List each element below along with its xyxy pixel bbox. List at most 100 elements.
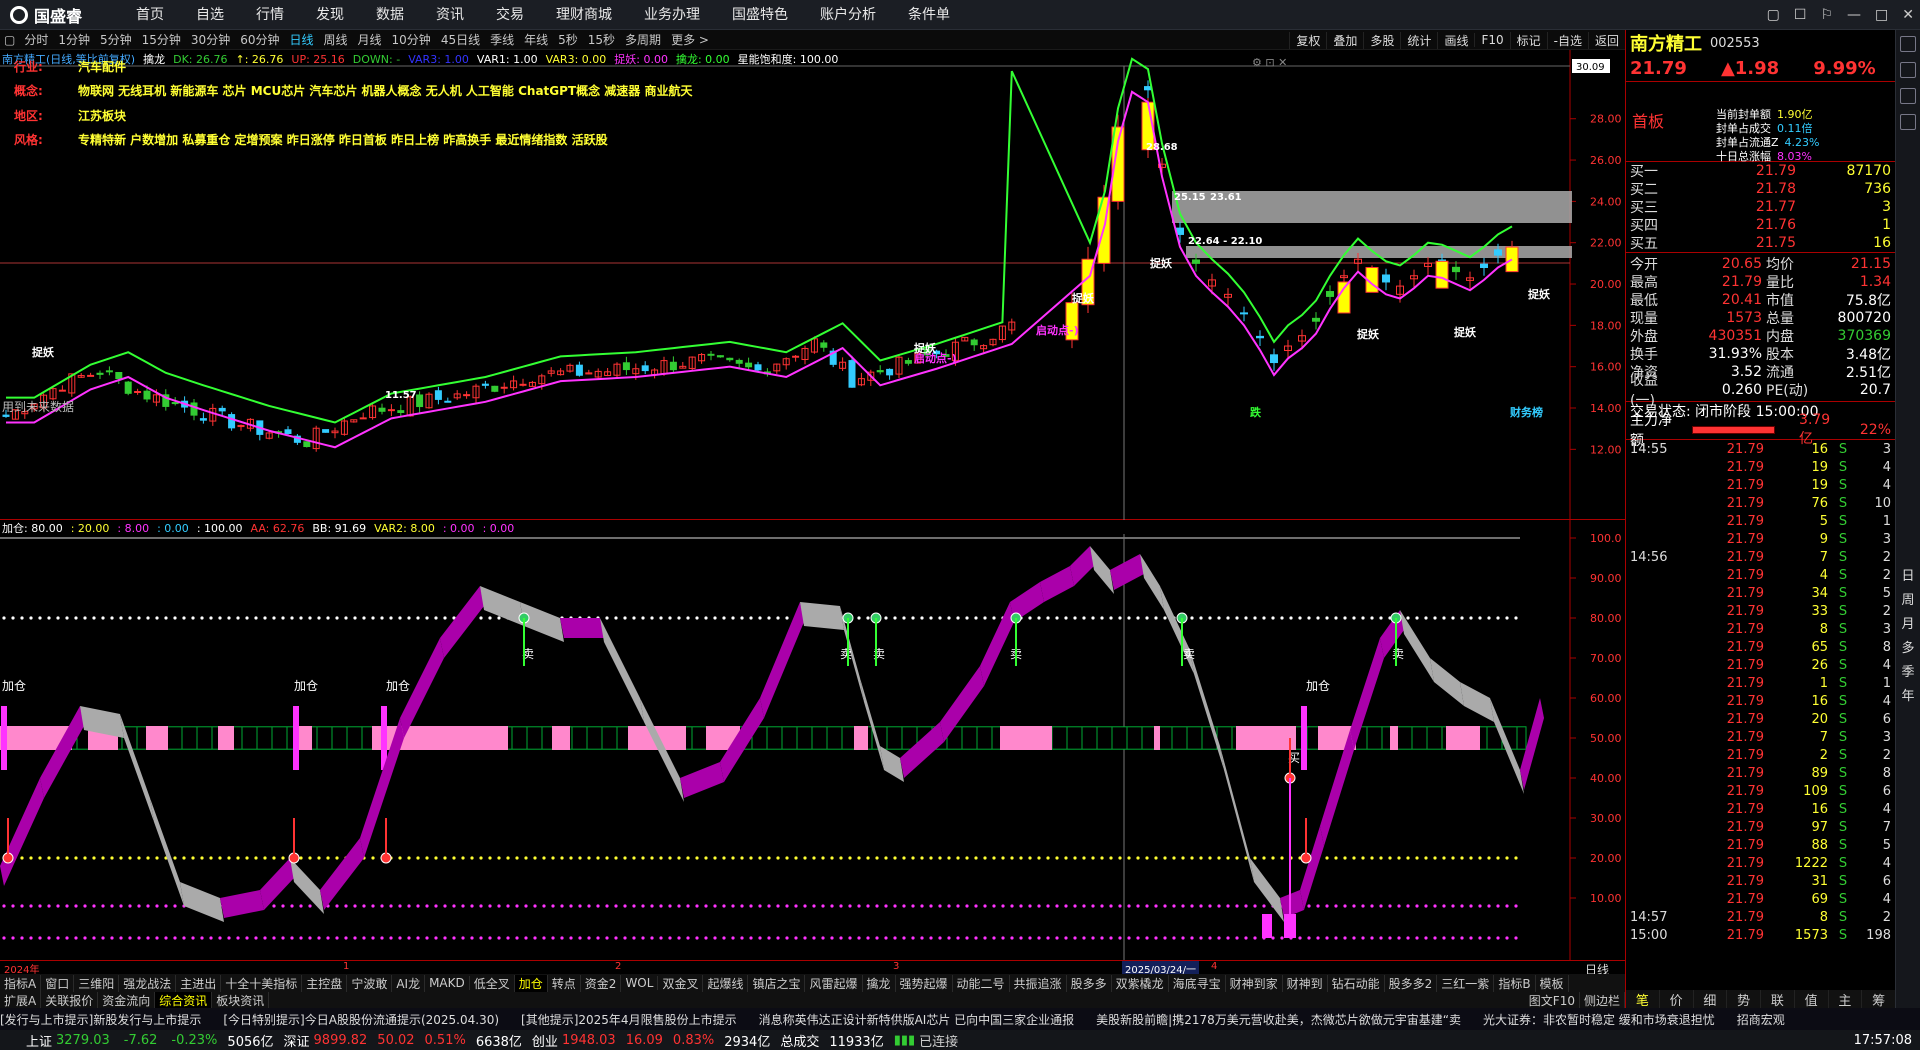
nav-item[interactable]: 数据 — [360, 0, 420, 30]
nav-item[interactable]: 国盛特色 — [716, 0, 804, 30]
period-tab[interactable]: 分时 — [19, 31, 53, 48]
period-tab[interactable]: 10分钟 — [387, 31, 436, 48]
news-item[interactable]: 消息称英伟达正设计新特供版AI芯片 已向中国三家企业通报 — [759, 1011, 1075, 1028]
indicator-tab[interactable]: 转点 — [548, 974, 581, 992]
indicator-tab[interactable]: 钻石动能 — [1328, 974, 1385, 992]
period-tab[interactable]: 60分钟 — [235, 31, 284, 48]
toolbar-button[interactable]: 画线 — [1437, 31, 1474, 49]
quote-tab[interactable]: 主 — [1829, 990, 1863, 1009]
quote-tab[interactable]: 值 — [1795, 990, 1829, 1009]
period-tab[interactable]: 15分钟 — [137, 31, 186, 48]
indicator-tab[interactable]: 强龙战法 — [119, 974, 177, 992]
indicator-tab[interactable]: 共振追涨 — [1010, 974, 1067, 992]
quote-tab[interactable]: 势 — [1727, 990, 1761, 1009]
quote-tab[interactable]: 筹 — [1862, 990, 1896, 1009]
bid-row[interactable]: 买四 21.76 1 — [1626, 216, 1895, 234]
indicator-tab[interactable]: 擒龙 — [863, 974, 896, 992]
toolbar-button[interactable]: 多股 — [1363, 31, 1400, 49]
period-tab[interactable]: 季线 — [485, 31, 519, 48]
right-link[interactable]: 侧边栏 — [1580, 991, 1625, 1009]
indicator-chart[interactable]: 100.0 90.00 80.00 70.00 60.00 50.00 40.00 30.00… — [0, 520, 1625, 960]
toolbar-button[interactable]: 统计 — [1400, 31, 1437, 49]
indicator-svg[interactable]: 100.0 90.00 80.00 70.00 60.00 50.00 40.00 30.00… — [0, 520, 1625, 960]
nav-item[interactable]: 行情 — [240, 0, 300, 30]
toolbar-button[interactable]: 标记 — [1509, 31, 1547, 49]
panel-toggle-icon[interactable]: ▢ — [0, 33, 19, 47]
period-tab[interactable]: 年线 — [519, 31, 553, 48]
kline-svg[interactable]: 28.00 26.00 24.00 22.00 20.00 18.00 16.00 14.00… — [0, 50, 1625, 520]
nav-item[interactable]: 理财商城 — [540, 0, 628, 30]
side-period[interactable]: 年 — [1901, 686, 1914, 708]
news-item[interactable]: 招商宏观 — [1737, 1011, 1785, 1028]
indicator-tab[interactable]: MAKD — [425, 976, 470, 990]
side-period[interactable]: 周 — [1901, 590, 1914, 612]
tick-list[interactable]: 14:55 21.79 16 S 3 21.79 19 S 4 21.79 19 S 4 21.79 76 S… — [1626, 440, 1895, 944]
kline-chart[interactable]: 28.00 26.00 24.00 22.00 20.00 18.00 16.00 14.00… — [0, 50, 1625, 520]
indicator-tab[interactable]: 镇店之宝 — [748, 974, 806, 992]
indicator-tab[interactable]: 宁波敢 — [347, 974, 393, 992]
news-item[interactable]: 光大证券：非农暂时稳定 缓和市场衰退担忧 — [1483, 1011, 1715, 1028]
quote-tab[interactable]: 联 — [1761, 990, 1795, 1009]
stock-name[interactable]: 南方精工 — [1630, 30, 1702, 56]
period-tab[interactable]: 多周期 — [620, 31, 666, 48]
window-control-icon[interactable]: ☐ — [1794, 7, 1807, 23]
side-list-icon[interactable] — [1900, 88, 1916, 104]
indicator-tab[interactable]: 窗口 — [41, 974, 75, 992]
side-news-icon[interactable] — [1900, 114, 1916, 130]
nav-item[interactable]: 自选 — [180, 0, 240, 30]
toolbar-button[interactable]: 复权 — [1289, 31, 1326, 49]
nav-item[interactable]: 发现 — [300, 0, 360, 30]
period-tab[interactable]: 45日线 — [436, 31, 485, 48]
info-tab[interactable]: 板块资讯 — [212, 991, 270, 1009]
period-tab[interactable]: 日线 — [284, 31, 318, 48]
period-tab[interactable]: 5分钟 — [95, 31, 137, 48]
legend-controls[interactable]: ⚙ ⊡ ✕ — [1252, 56, 1287, 69]
indicator-tab[interactable]: 动能二号 — [953, 974, 1010, 992]
side-period[interactable]: 月 — [1901, 614, 1914, 636]
side-period[interactable]: 多 — [1901, 638, 1914, 660]
indicator-tab[interactable]: 起爆线 — [703, 974, 749, 992]
indicator-tab[interactable]: WOL — [621, 976, 659, 990]
indicator-tab[interactable]: 股多多 — [1067, 974, 1112, 992]
quote-tab[interactable]: 价 — [1660, 990, 1694, 1009]
indicator-tab[interactable]: 主进出 — [176, 974, 222, 992]
news-item[interactable]: [发行与上市提示]新股发行与上市提示 — [0, 1011, 201, 1028]
sz-label[interactable]: 深证 — [284, 1031, 310, 1050]
nav-item[interactable]: 资讯 — [420, 0, 480, 30]
toolbar-button[interactable]: 返回 — [1587, 31, 1625, 49]
toolbar-button[interactable]: -自选 — [1546, 31, 1588, 49]
nav-item[interactable]: 业务办理 — [628, 0, 716, 30]
indicator-tab[interactable]: 指标A — [0, 974, 42, 992]
quote-tab[interactable]: 笔 — [1626, 990, 1660, 1009]
connection-status[interactable]: 已连接 — [919, 1031, 958, 1050]
period-tab[interactable]: 1分钟 — [53, 31, 95, 48]
indicator-tab[interactable]: 股多多2 — [1385, 974, 1438, 992]
window-control-icon[interactable]: ✕ — [1902, 7, 1914, 23]
window-control-icon[interactable]: ⚐ — [1820, 7, 1833, 23]
period-tab[interactable]: 30分钟 — [186, 31, 235, 48]
indicator-tab[interactable]: 主控盘 — [302, 974, 348, 992]
indicator-tab[interactable]: 双紫橇龙 — [1112, 974, 1169, 992]
news-item[interactable]: [其他提示]2025年4月限售股份上市提示 — [521, 1011, 737, 1028]
window-control-icon[interactable]: — — [1847, 7, 1861, 23]
indicator-tab[interactable]: 风雷起爆 — [805, 974, 863, 992]
indicator-tab[interactable]: 加仓 — [514, 974, 548, 992]
indicator-tab[interactable]: 指标B — [1494, 974, 1536, 992]
side-tool-icon[interactable] — [1900, 36, 1916, 52]
period-tab[interactable]: 5秒 — [553, 31, 583, 48]
side-period[interactable]: 日 — [1901, 566, 1914, 588]
info-tab[interactable]: 资金流向 — [98, 991, 156, 1009]
indicator-tab[interactable]: 模板 — [1536, 974, 1569, 992]
period-tab[interactable]: 15秒 — [583, 31, 620, 48]
indicator-tab[interactable]: 低全叉 — [470, 974, 515, 992]
period-tab[interactable]: 更多 > — [666, 31, 714, 48]
indicator-tab[interactable]: 十全十美指标 — [221, 974, 303, 992]
nav-item[interactable]: 交易 — [480, 0, 540, 30]
period-tab[interactable]: 月线 — [353, 31, 387, 48]
window-control-icon[interactable]: ▢ — [1767, 7, 1780, 23]
sh-label[interactable]: 上证 — [26, 1031, 52, 1050]
news-item[interactable]: 美股新股前瞻|携2178万美元营收赴美，杰微芯片欲做元宇宙基建“卖 — [1096, 1011, 1461, 1028]
indicator-tab[interactable]: 三维阳 — [74, 974, 120, 992]
nav-item[interactable]: 条件单 — [892, 0, 966, 30]
indicator-tab[interactable]: 三红一紫 — [1437, 974, 1495, 992]
